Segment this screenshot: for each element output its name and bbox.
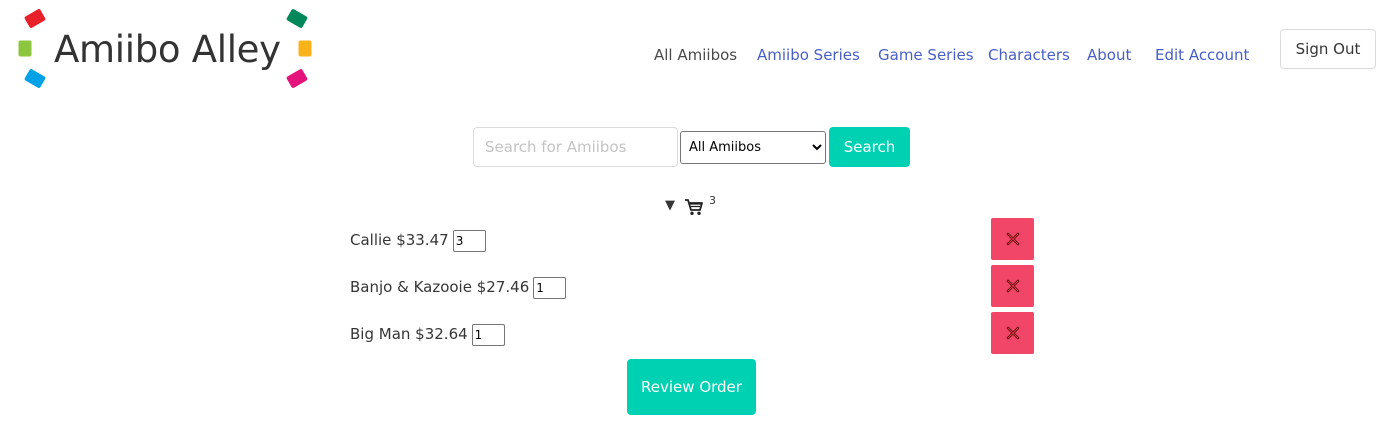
logo-tile-green xyxy=(18,40,32,57)
search-button[interactable]: Search xyxy=(829,127,910,167)
cart-item-price: $32.64 xyxy=(415,325,468,343)
nav-item-all-amiibos[interactable]: All Amiibos xyxy=(654,44,737,66)
logo-tile-pink xyxy=(285,68,309,89)
cart-item-qty-input[interactable] xyxy=(452,229,486,252)
cart-item-name: Banjo & Kazooie xyxy=(350,278,472,296)
nav-link-all-amiibos[interactable]: All Amiibos xyxy=(654,46,737,64)
review-order-button[interactable]: Review Order xyxy=(627,359,756,415)
nav-item-about[interactable]: About xyxy=(1087,44,1131,66)
remove-item-button[interactable] xyxy=(991,265,1034,307)
cart-count: 3 xyxy=(709,194,716,207)
cart-item: Callie $33.47 xyxy=(350,228,486,252)
cart-toggle-arrow[interactable]: ▼ xyxy=(665,198,675,213)
nav-item-amiibo-series[interactable]: Amiibo Series xyxy=(757,44,860,66)
logo-tile-yellow xyxy=(298,40,312,57)
cart-item-price: $27.46 xyxy=(476,278,530,296)
cart-item-price: $33.47 xyxy=(396,231,449,249)
logo-tile-darkgreen xyxy=(285,8,309,29)
cart-item: Big Man $32.64 xyxy=(350,322,505,346)
close-icon xyxy=(1006,232,1019,246)
close-icon xyxy=(1006,279,1019,293)
cart-item-qty-input[interactable] xyxy=(533,276,567,299)
nav-link-about[interactable]: About xyxy=(1087,46,1131,64)
brand-logo[interactable]: Amiibo Alley xyxy=(14,6,320,96)
brand-name: Amiibo Alley xyxy=(54,28,281,71)
cart-item-qty-input[interactable] xyxy=(471,323,505,346)
logo-tile-red xyxy=(23,8,47,29)
nav-item-characters[interactable]: Characters xyxy=(988,44,1070,66)
nav-link-edit-account[interactable]: Edit Account xyxy=(1155,46,1249,64)
remove-item-button[interactable] xyxy=(991,218,1034,260)
nav-link-characters[interactable]: Characters xyxy=(988,46,1070,64)
nav-link-game-series[interactable]: Game Series xyxy=(878,46,974,64)
close-icon xyxy=(1006,326,1019,340)
nav-link-amiibo-series[interactable]: Amiibo Series xyxy=(757,46,860,64)
cart-icon[interactable] xyxy=(684,198,704,220)
cart-item-name: Callie xyxy=(350,231,392,249)
nav-item-edit-account[interactable]: Edit Account xyxy=(1155,44,1249,66)
sign-out-button[interactable]: Sign Out xyxy=(1280,29,1376,69)
nav-item-game-series[interactable]: Game Series xyxy=(878,44,974,66)
logo-tile-blue xyxy=(23,68,47,89)
cart-item: Banjo & Kazooie $27.46 xyxy=(350,275,567,299)
cart-item-name: Big Man xyxy=(350,325,411,343)
remove-item-button[interactable] xyxy=(991,312,1034,354)
search-filter-select[interactable]: All Amiibos xyxy=(680,131,826,164)
search-input[interactable] xyxy=(473,127,678,167)
